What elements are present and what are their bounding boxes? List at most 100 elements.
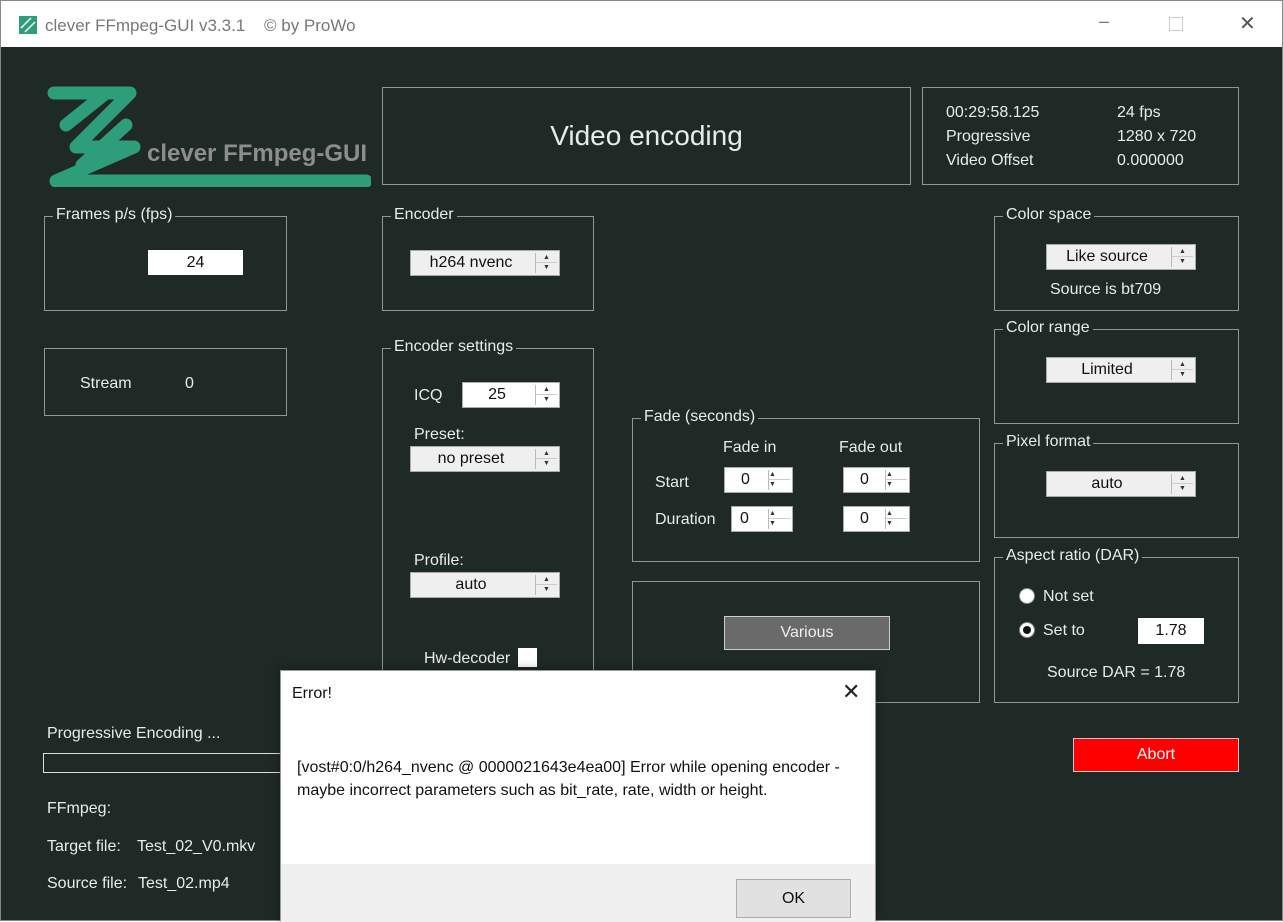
app-icon [19, 16, 37, 34]
icq-value: 25 [488, 386, 506, 403]
encoder-settings-label: Encoder settings [391, 338, 517, 356]
fade-group: Fade (seconds) Fade in Fade out Start Du… [632, 408, 980, 562]
spin-arrows-icon[interactable]: ▲ ▼ [885, 509, 907, 529]
fps-info: 24 fps [1117, 104, 1161, 121]
error-dialog: Error! ✕ [vost#0:0/h264_nvenc @ 00000216… [280, 670, 876, 922]
spin-arrows-icon[interactable]: ▲ ▼ [535, 385, 557, 405]
color-space-spinner[interactable]: Like source ▲ ▼ [1046, 244, 1196, 270]
source-file: Test_02.mp4 [138, 875, 230, 892]
profile-spinner[interactable]: auto ▲ ▼ [410, 572, 560, 598]
preset-label: Preset: [414, 426, 465, 443]
spin-arrows-icon[interactable]: ▲ ▼ [768, 509, 790, 529]
dialog-footer: OK [281, 864, 875, 922]
color-space-group: Color space Like source ▲ ▼ Source is bt70… [994, 206, 1239, 311]
fade-out-label: Fade out [839, 439, 903, 456]
aspect-ratio-group: Aspect ratio (DAR) Not set Set to 1.78 S… [994, 547, 1239, 703]
value: 0 [741, 471, 750, 488]
value: Limited [1081, 361, 1133, 378]
fade-in-label: Fade in [723, 439, 777, 456]
not-set-radio[interactable] [1019, 588, 1035, 604]
fade-in-start-spinner[interactable]: 0 ▲ ▼ [724, 467, 793, 493]
spin-arrows-icon[interactable]: ▲ ▼ [885, 470, 907, 490]
preset-spinner[interactable]: no preset ▲ ▼ [410, 446, 560, 472]
encoder-spinner[interactable]: h264 nvenc ▲ ▼ [410, 250, 560, 276]
logo: clever FFmpeg-GUI [46, 85, 373, 192]
maximize-button[interactable] [1169, 17, 1183, 31]
stream-panel: Stream 0 [44, 348, 287, 416]
pixel-format-label: Pixel format [1003, 433, 1094, 451]
spin-arrows-icon[interactable]: ▲ ▼ [768, 470, 790, 490]
duration: 00:29:58.125 [946, 104, 1040, 121]
various-button[interactable]: Various [724, 616, 890, 650]
value: 0 [740, 510, 749, 527]
spin-arrows-icon[interactable]: ▲ ▼ [535, 253, 557, 273]
abort-button[interactable]: Abort [1073, 738, 1239, 772]
encoder-value: h264 nvenc [429, 254, 513, 271]
window-copyright: © by ProWo [264, 16, 356, 35]
encoder-settings-group: Encoder settings ICQ 25 ▲ ▼ Preset: no pre… [382, 338, 594, 688]
color-range-label: Color range [1003, 319, 1093, 337]
fade-label: Fade (seconds) [641, 408, 759, 426]
spin-arrows-icon[interactable]: ▲ ▼ [1171, 360, 1193, 380]
aspect-label: Aspect ratio (DAR) [1003, 547, 1143, 565]
encoder-group: Encoder h264 nvenc ▲ ▼ [382, 206, 594, 311]
spin-arrows-icon[interactable]: ▲ ▼ [535, 449, 557, 469]
close-button[interactable]: ✕ [1239, 11, 1256, 36]
fade-out-start-spinner[interactable]: 0 ▲ ▼ [843, 467, 910, 493]
set-to-radio[interactable] [1019, 622, 1035, 638]
minimize-button[interactable]: – [1099, 11, 1109, 32]
set-to-label: Set to [1043, 622, 1085, 639]
spin-arrows-icon[interactable]: ▲ ▼ [1171, 474, 1193, 494]
spin-arrows-icon[interactable]: ▲ ▼ [535, 575, 557, 595]
not-set-label: Not set [1043, 588, 1094, 605]
dialog-message: [vost#0:0/h264_nvenc @ 0000021643e4ea00]… [297, 759, 840, 799]
color-range-group: Color range Limited ▲ ▼ [994, 319, 1239, 424]
info-panel: 00:29:58.125 24 fps Progressive 1280 x 7… [922, 87, 1239, 185]
window-title: clever FFmpeg-GUI v3.3.1 [45, 16, 246, 35]
dialog-title: Error! [292, 685, 332, 702]
fade-in-duration-spinner[interactable]: 0 ▲ ▼ [731, 506, 793, 532]
resolution: 1280 x 720 [1117, 128, 1197, 145]
value: 0 [860, 510, 869, 527]
encoder-label: Encoder [391, 206, 457, 224]
value: auto [1091, 475, 1123, 492]
header-panel: Video encoding [382, 87, 911, 185]
icq-label: ICQ [414, 387, 443, 404]
value: 0 [860, 471, 869, 488]
hw-decoder-checkbox[interactable] [518, 648, 537, 667]
scan-type: Progressive [946, 128, 1031, 145]
color-space-label: Color space [1003, 206, 1095, 224]
source-file-label: Source file: [47, 875, 128, 892]
fps-group: Frames p/s (fps) 24 [44, 206, 287, 311]
stream-value: 0 [185, 375, 194, 392]
pixel-format-spinner[interactable]: auto ▲ ▼ [1046, 471, 1196, 497]
stream-label: Stream [80, 375, 132, 392]
profile-label: Profile: [414, 552, 464, 569]
offset-label: Video Offset [946, 152, 1034, 169]
progress-bar [43, 753, 283, 773]
spin-arrows-icon[interactable]: ▲ ▼ [1171, 247, 1193, 267]
fade-out-duration-spinner[interactable]: 0 ▲ ▼ [843, 506, 910, 532]
profile-value: auto [455, 576, 487, 593]
pixel-format-group: Pixel format auto ▲ ▼ [994, 433, 1239, 538]
hw-decoder-label: Hw-decoder [424, 650, 511, 667]
page-title: Video encoding [550, 120, 743, 151]
target-file: Test_02_V0.mkv [137, 838, 256, 855]
aspect-input[interactable]: 1.78 [1138, 618, 1204, 644]
duration-label: Duration [655, 511, 716, 528]
preset-value: no preset [437, 450, 505, 467]
title-bar: clever FFmpeg-GUI v3.3.1 © by ProWo – ✕ [1, 1, 1282, 47]
fps-input[interactable]: 24 [148, 250, 243, 275]
dialog-close-icon[interactable]: ✕ [842, 679, 860, 705]
color-space-note: Source is bt709 [1050, 281, 1162, 298]
source-dar: Source DAR = 1.78 [1047, 664, 1186, 681]
logo-text: clever FFmpeg-GUI [147, 140, 368, 167]
progress-label: Progressive Encoding ... [47, 725, 221, 742]
ffmpeg-label: FFmpeg: [47, 800, 112, 817]
icq-spinner[interactable]: 25 ▲ ▼ [462, 382, 560, 408]
start-label: Start [655, 474, 689, 491]
color-range-spinner[interactable]: Limited ▲ ▼ [1046, 357, 1196, 383]
target-file-label: Target file: [47, 838, 121, 855]
fps-label: Frames p/s (fps) [53, 206, 176, 224]
ok-button[interactable]: OK [736, 879, 851, 918]
